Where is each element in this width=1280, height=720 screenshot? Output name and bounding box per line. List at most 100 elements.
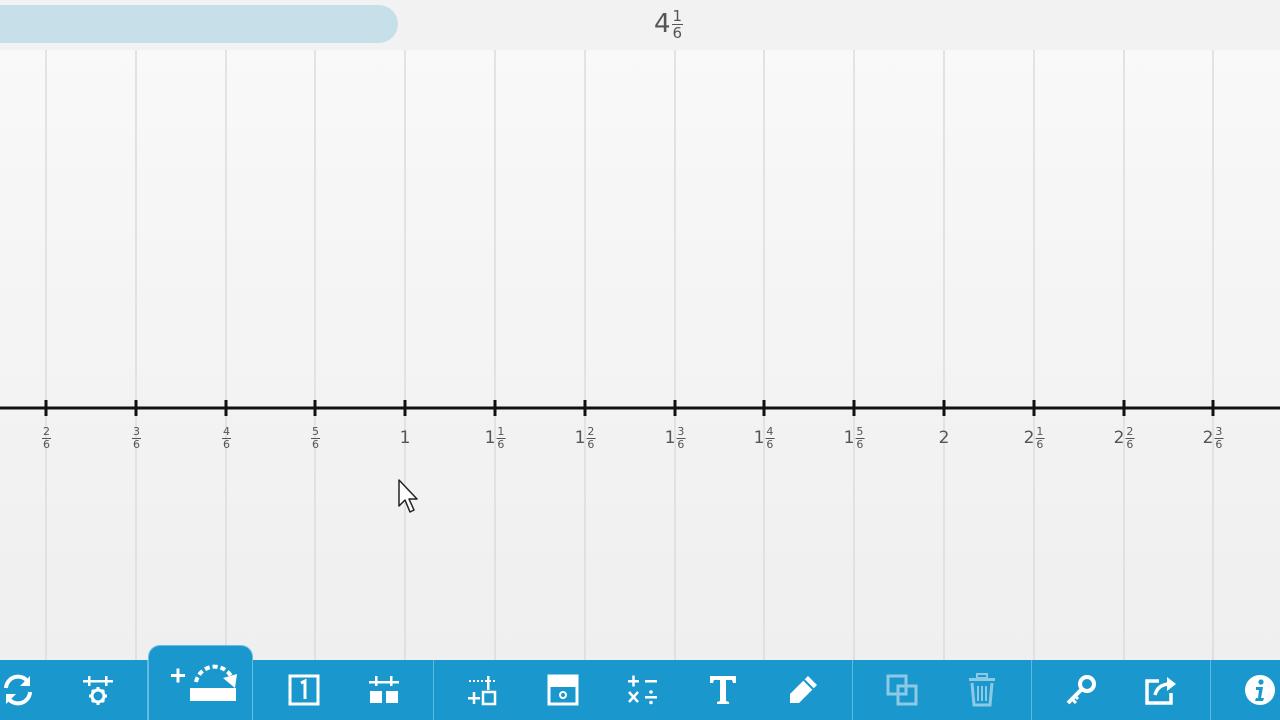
text-button[interactable] — [683, 660, 763, 720]
tick-label-fraction: 56 — [855, 424, 865, 451]
cover-button[interactable] — [523, 660, 603, 720]
tick-label-whole: 1 — [484, 428, 496, 448]
grid-blocks-icon — [369, 676, 399, 703]
tick-label-denominator: 6 — [312, 437, 319, 451]
tick-label-fraction: 36 — [1214, 424, 1224, 451]
toolbar-separator — [1210, 660, 1211, 720]
tick-label-whole: 2 — [1023, 428, 1035, 448]
tick-label-denominator: 6 — [497, 437, 505, 451]
tick-label-numerator: 3 — [676, 424, 686, 439]
add-point-icon — [468, 676, 497, 706]
key-button[interactable] — [1041, 660, 1121, 720]
duplicate-button[interactable] — [862, 660, 942, 720]
tick-label: 146 — [754, 424, 775, 452]
tick-label-fraction: 26 — [586, 424, 596, 451]
add-jump-icon — [170, 664, 237, 701]
grid-blocks-button[interactable] — [344, 660, 424, 720]
reset-button[interactable] — [0, 660, 58, 720]
tick-label-fraction: 46 — [222, 425, 231, 451]
text-icon — [710, 676, 736, 704]
pen-button[interactable] — [763, 660, 843, 720]
tick-label-whole: 1 — [843, 428, 855, 448]
tick-label: 136 — [665, 424, 686, 452]
tick-label-numerator: 2 — [1125, 424, 1135, 439]
tick-label-numerator: 3 — [132, 424, 141, 439]
toolbar-separator — [852, 660, 853, 720]
tick-label-denominator: 6 — [677, 437, 685, 451]
pen-icon — [790, 676, 817, 703]
tick-label-numerator: 5 — [855, 424, 865, 439]
tick-label-whole: 2 — [938, 428, 950, 448]
tick-label: 46 — [221, 424, 231, 452]
tick-label-numerator: 2 — [586, 424, 596, 439]
tick-label-denominator: 6 — [1036, 437, 1044, 451]
settings-icon — [83, 676, 113, 705]
mouse-cursor-icon — [398, 479, 418, 513]
tick-label: 36 — [131, 424, 141, 452]
operations-button[interactable] — [603, 660, 683, 720]
tick-label-fraction: 46 — [765, 424, 775, 451]
tick-label-denominator: 6 — [856, 437, 864, 451]
tick-label-whole: 1 — [753, 428, 765, 448]
tick-label-numerator: 3 — [1214, 424, 1224, 439]
tick-label-fraction: 26 — [1125, 424, 1135, 451]
settings-button[interactable] — [58, 660, 138, 720]
header-fraction: 1 6 — [671, 6, 684, 42]
key-icon — [1066, 675, 1096, 705]
tick-label: 126 — [575, 424, 596, 452]
tick-label: 226 — [1114, 424, 1135, 452]
tick-label-fraction: 36 — [132, 424, 141, 451]
tick-label-denominator: 6 — [1215, 437, 1223, 451]
number-card-button[interactable] — [264, 660, 344, 720]
tick-label-numerator: 1 — [1035, 424, 1045, 439]
workspace-canvas[interactable]: 2636465611161261361461562216226236 — [0, 0, 1280, 660]
number-line-svg — [0, 50, 1280, 660]
header-numerator: 1 — [671, 6, 684, 25]
tick-label: 156 — [844, 424, 865, 452]
tick-label-denominator: 6 — [766, 437, 774, 451]
tick-label-fraction: 56 — [311, 424, 320, 451]
tick-label-numerator: 4 — [765, 424, 775, 439]
add-point-button[interactable] — [443, 660, 523, 720]
tick-label-fraction: 36 — [676, 424, 686, 451]
tick-label-numerator: 1 — [496, 424, 506, 439]
tick-label-denominator: 6 — [587, 437, 595, 451]
tick-label: 56 — [310, 424, 320, 452]
horizontal-scrollbar[interactable] — [0, 5, 398, 43]
trash-icon — [969, 673, 995, 707]
info-icon — [1245, 675, 1275, 705]
tick-label: 26 — [41, 424, 51, 452]
tick-label-denominator: 6 — [133, 437, 140, 451]
trash-button[interactable] — [942, 660, 1022, 720]
reset-icon — [4, 674, 32, 706]
tick-label: 216 — [1024, 424, 1045, 452]
share-button[interactable] — [1121, 660, 1201, 720]
number-card-icon — [288, 674, 320, 706]
tick-label-denominator: 6 — [223, 437, 230, 451]
info-button[interactable] — [1220, 660, 1280, 720]
tick-label-numerator: 5 — [311, 424, 320, 439]
tick-label-fraction: 16 — [1035, 424, 1045, 451]
tick-label-denominator: 6 — [1126, 437, 1134, 451]
share-icon — [1145, 677, 1176, 705]
duplicate-icon — [886, 674, 918, 706]
tick-label-whole: 1 — [664, 428, 676, 448]
tick-label-whole: 1 — [399, 428, 411, 448]
cover-icon — [547, 674, 579, 706]
header-whole: 4 — [654, 9, 671, 39]
tick-label: 1 — [400, 424, 411, 452]
tick-label-whole: 2 — [1202, 428, 1214, 448]
tick-label: 236 — [1203, 424, 1224, 452]
tick-label-whole: 1 — [574, 428, 586, 448]
top-bar: 4 1 6 — [0, 0, 1280, 50]
toolbar-separator — [433, 660, 434, 720]
tick-label-whole: 2 — [1113, 428, 1125, 448]
tick-label-fraction: 16 — [496, 424, 506, 451]
tick-label-fraction: 26 — [42, 424, 51, 451]
header-denominator: 6 — [672, 23, 683, 42]
tick-label-numerator: 2 — [42, 424, 51, 439]
tick-label: 116 — [485, 424, 506, 452]
toolbar-separator — [1031, 660, 1032, 720]
add-jump-button[interactable] — [148, 645, 253, 720]
operations-icon — [628, 675, 657, 705]
